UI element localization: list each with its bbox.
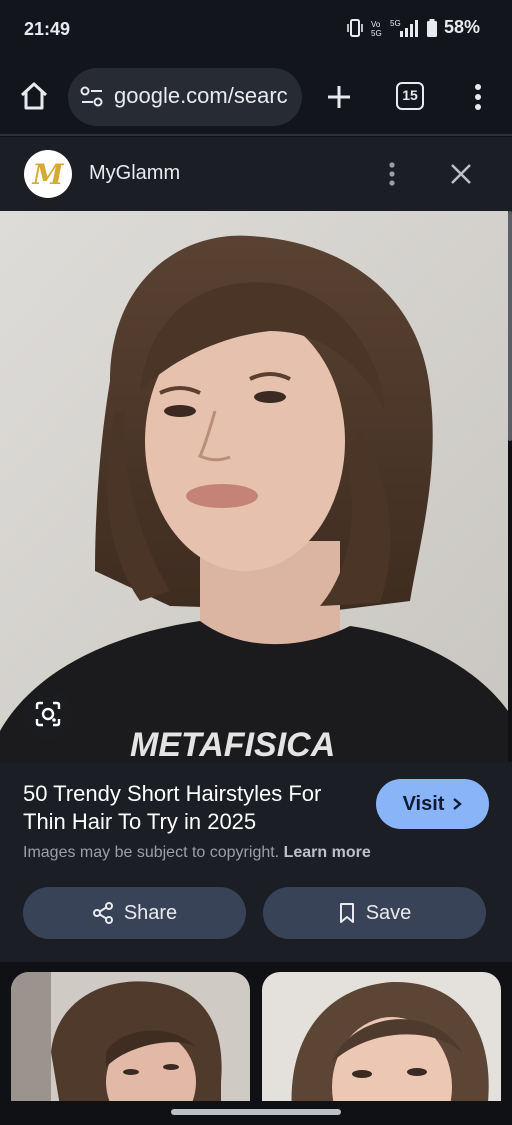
home-icon: [20, 82, 48, 110]
browser-toolbar: google.com/searc 15: [0, 58, 512, 136]
site-settings-icon[interactable]: [80, 86, 104, 113]
source-logo-letter: M: [32, 157, 64, 191]
battery-percent: 58%: [443, 17, 480, 37]
save-label: Save: [365, 901, 412, 924]
source-more-button[interactable]: [382, 159, 402, 189]
new-tab-button[interactable]: [324, 82, 354, 112]
navigation-bar: [0, 1101, 512, 1125]
related-images: [0, 962, 512, 1112]
plus-icon: [328, 86, 350, 108]
shirt-text: METAFISICA: [130, 726, 335, 762]
related-image-2[interactable]: [262, 972, 501, 1112]
home-button[interactable]: [18, 80, 50, 112]
more-vertical-icon: [389, 162, 395, 186]
bookmark-icon: [339, 903, 354, 923]
vibrate-icon: [346, 18, 364, 38]
url-bar[interactable]: google.com/searc: [68, 68, 302, 126]
google-lens-button[interactable]: [23, 689, 73, 739]
svg-text:5G: 5G: [390, 19, 401, 28]
svg-text:5G: 5G: [371, 29, 382, 38]
source-header: M MyGlamm: [0, 137, 512, 211]
volte-icon: Vo 5G: [370, 18, 384, 38]
more-vertical-icon: [475, 84, 481, 110]
source-name[interactable]: MyGlamm: [89, 162, 180, 185]
tab-switcher-button[interactable]: 15: [396, 82, 424, 110]
share-button[interactable]: Share: [23, 887, 246, 939]
related-photo-1: [11, 972, 250, 1112]
chevron-right-icon: [453, 798, 463, 810]
browser-menu-button[interactable]: [468, 82, 488, 112]
portrait-photo: METAFISICA: [0, 211, 508, 762]
main-image[interactable]: METAFISICA: [0, 211, 508, 762]
close-icon: [451, 164, 471, 184]
copyright-text: Images may be subject to copyright.: [23, 844, 280, 861]
save-button[interactable]: Save: [263, 887, 486, 939]
battery-icon: [426, 18, 438, 38]
close-button[interactable]: [448, 161, 474, 187]
result-title[interactable]: 50 Trendy Short Hairstyles For Thin Hair…: [23, 780, 363, 836]
share-icon: [92, 902, 113, 924]
source-logo[interactable]: M: [24, 150, 72, 198]
visit-label: Visit: [402, 792, 445, 815]
status-icons: Vo 5G 5G 58%: [346, 17, 480, 38]
related-photo-2: [262, 972, 501, 1112]
learn-more-link[interactable]: Learn more: [284, 844, 371, 861]
related-image-1[interactable]: [11, 972, 250, 1112]
visit-button[interactable]: Visit: [376, 779, 489, 829]
status-time: 21:49: [24, 19, 71, 39]
url-text: google.com/searc: [114, 83, 288, 108]
status-bar: 21:49 Vo 5G 5G 58%: [0, 0, 512, 58]
signal-5g-icon: 5G: [390, 18, 420, 38]
result-info-panel: 50 Trendy Short Hairstyles For Thin Hair…: [0, 762, 512, 962]
svg-text:Vo: Vo: [371, 20, 381, 29]
copyright-notice: Images may be subject to copyright. Lear…: [23, 844, 371, 862]
share-label: Share: [123, 901, 178, 924]
scrollbar[interactable]: [508, 211, 512, 441]
gesture-handle[interactable]: [171, 1109, 341, 1115]
lens-icon: [35, 701, 61, 727]
